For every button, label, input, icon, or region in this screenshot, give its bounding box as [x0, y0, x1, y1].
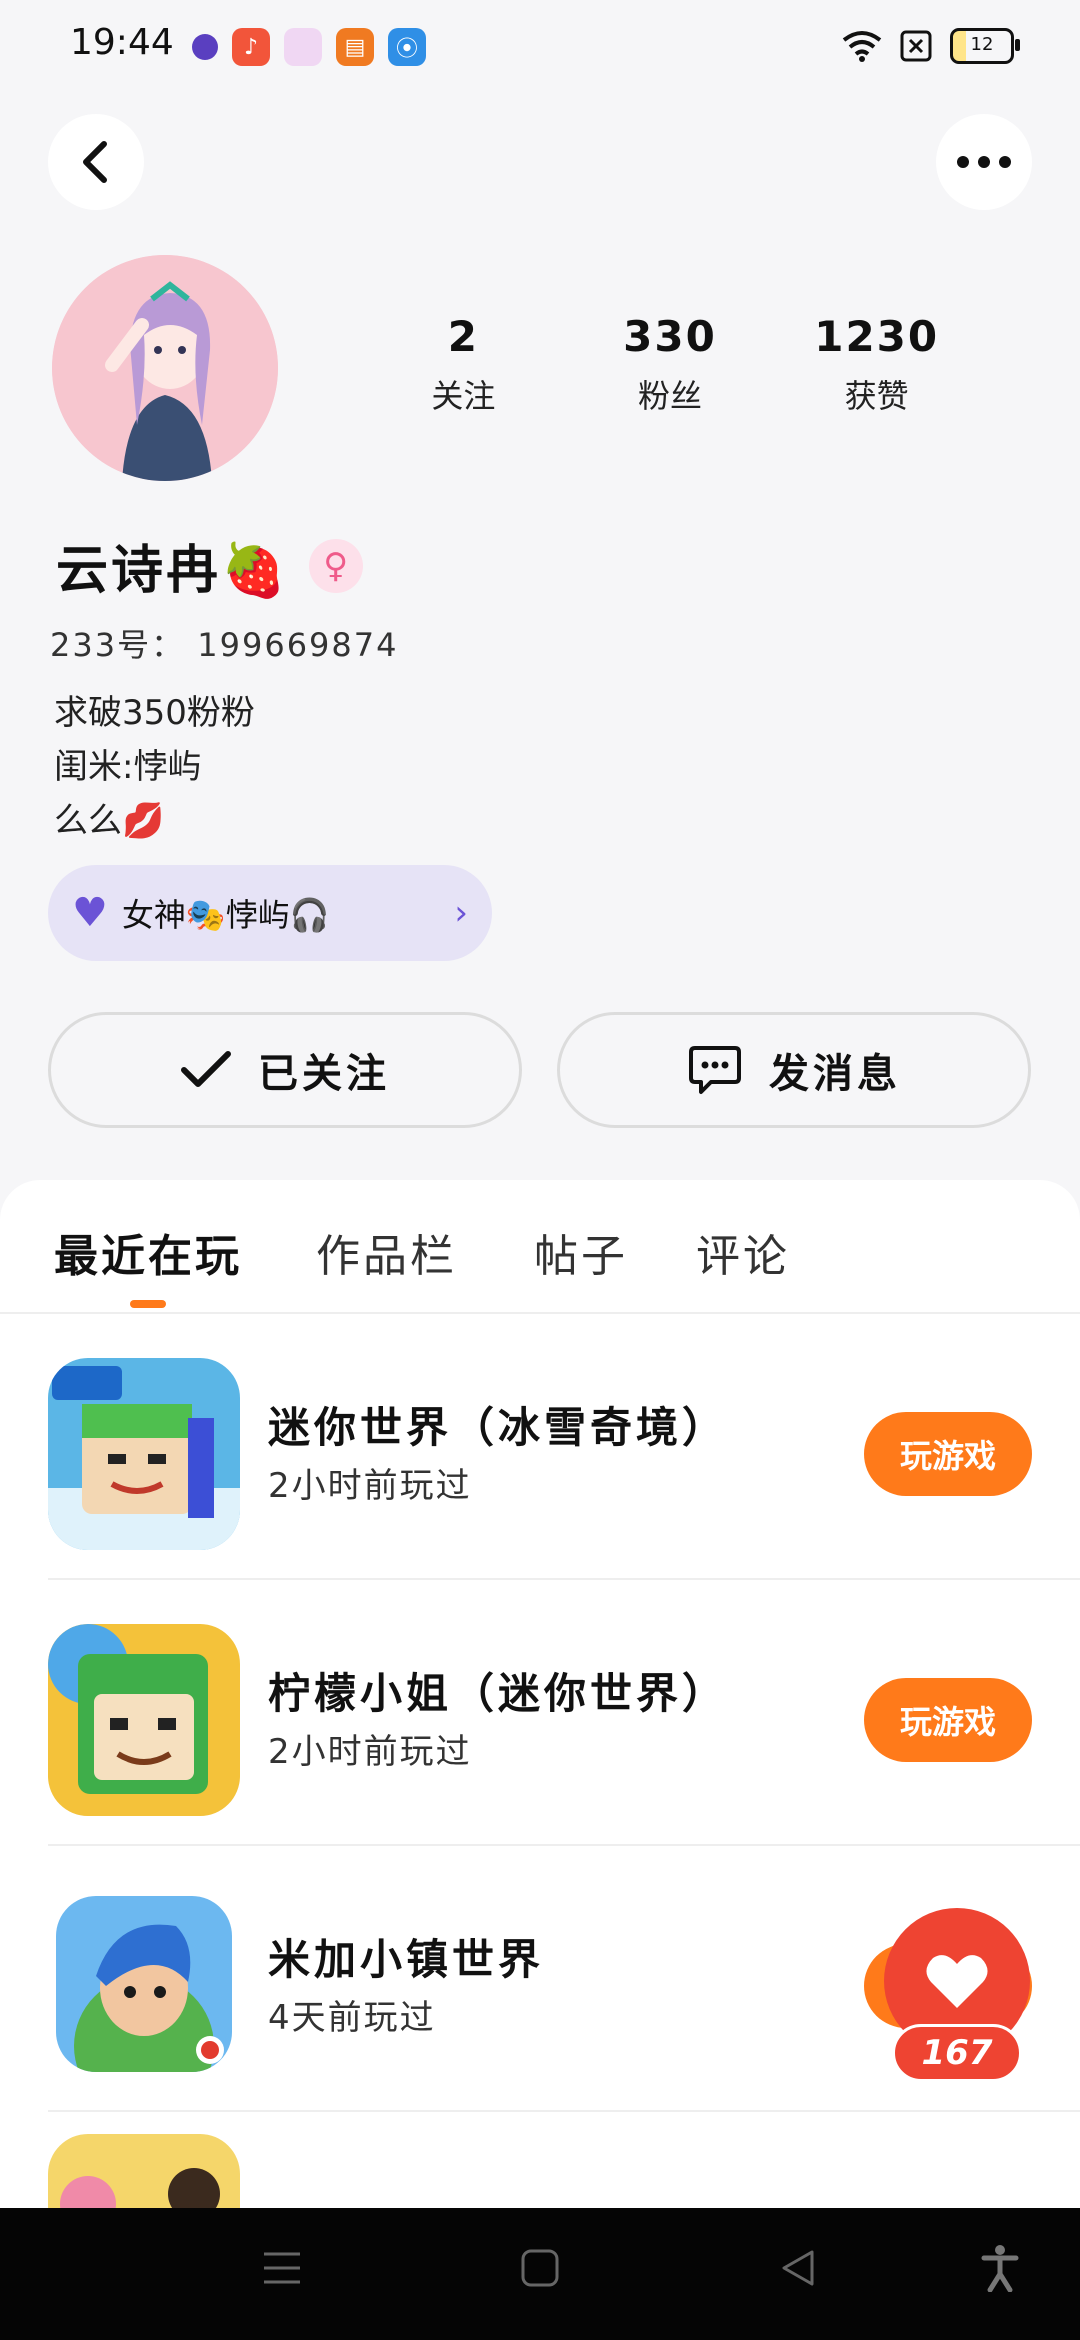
followed-button[interactable]: 已关注 — [48, 1012, 522, 1128]
game-icon — [48, 1358, 240, 1550]
check-icon — [181, 1051, 231, 1087]
status-right: 12 — [842, 28, 1020, 64]
bio: 求破350粉粉 闺米:悖屿 么么💋 — [54, 686, 255, 848]
tab-indicator — [130, 1300, 166, 1308]
tab-posts[interactable]: 帖子 — [534, 1220, 628, 1284]
tab-comments[interactable]: 评论 — [696, 1220, 790, 1284]
play-game-button[interactable]: 玩游戏 — [864, 1678, 1032, 1762]
app-icon-purple — [192, 34, 218, 60]
followed-label: 已关注 — [258, 1051, 390, 1097]
book-app-icon: ▤ — [336, 28, 374, 66]
status-time: 19:44 — [70, 22, 174, 63]
username-row: 云诗冉🍓 ♀ — [56, 528, 363, 603]
music-app-icon: ♪ — [232, 28, 270, 66]
send-message-button[interactable]: 发消息 — [557, 1012, 1031, 1128]
stat-likes[interactable]: 1230 获赞 — [773, 312, 980, 417]
bio-line: 闺米:悖屿 — [54, 747, 202, 787]
menu-icon[interactable] — [262, 2248, 302, 2288]
back-button[interactable] — [48, 114, 144, 210]
user-id: 233号： 199669874 — [50, 626, 399, 664]
game-last-played: 2小时前玩过 — [268, 1732, 472, 1772]
bio-line: 么么💋 — [54, 801, 165, 841]
game-icon — [48, 2134, 240, 2210]
radio-app-icon: ⦿ — [388, 28, 426, 66]
game-last-played: 4天前玩过 — [268, 1998, 436, 2038]
game-list-item[interactable]: 迷你世界（冰雪奇境） 2小时前玩过 玩游戏 — [48, 1312, 1080, 1580]
heart-icon — [926, 1955, 988, 2008]
female-gender-icon: ♀ — [308, 538, 363, 593]
stat-label: 关注 — [431, 377, 496, 415]
message-icon — [689, 1046, 741, 1094]
relationship-tag-text: 女神🎭悖屿🎧 — [121, 896, 330, 934]
more-button[interactable] — [936, 114, 1032, 210]
status-bar: 19:44 ♪ ▤ ⦿ 12 — [0, 0, 1080, 96]
status-app-icons: ♪ ▤ ⦿ — [192, 28, 426, 66]
game-title: 米加小镇世界 — [268, 1935, 545, 1984]
close-box-icon — [900, 30, 932, 62]
stat-label: 粉丝 — [638, 377, 703, 415]
more-icon — [957, 156, 1011, 168]
game-list-item[interactable] — [48, 2110, 1080, 2210]
stat-followers[interactable]: 330 粉丝 — [567, 312, 774, 417]
stat-label: 获赞 — [844, 377, 909, 415]
profile-stats: 2 关注 330 粉丝 1230 获赞 — [360, 312, 980, 417]
game-last-played: 2小时前玩过 — [268, 1466, 472, 1506]
tab-recently-played[interactable]: 最近在玩 — [54, 1220, 242, 1284]
system-nav-bar — [0, 2208, 1080, 2340]
game-icon — [48, 1624, 240, 1816]
game-title: 柠檬小姐（迷你世界） — [268, 1669, 729, 1718]
accessibility-icon[interactable] — [980, 2244, 1020, 2292]
home-icon[interactable] — [520, 2248, 560, 2288]
game-title: 迷你世界（冰雪奇境） — [268, 1403, 729, 1452]
like-count: 167 — [892, 2024, 1022, 2082]
back-nav-icon[interactable] — [778, 2248, 818, 2288]
stat-number: 1230 — [814, 312, 940, 361]
stat-number: 330 — [623, 312, 717, 361]
tab-bar: 最近在玩 作品栏 帖子 评论 — [0, 1180, 1080, 1314]
game-list-item[interactable]: 柠檬小姐（迷你世界） 2小时前玩过 玩游戏 — [48, 1578, 1080, 1846]
relationship-tag[interactable]: ♥ 女神🎭悖屿🎧 › — [48, 865, 492, 961]
back-icon — [83, 141, 107, 183]
send-message-label: 发消息 — [769, 1051, 901, 1097]
username: 云诗冉🍓 — [56, 541, 289, 601]
wifi-icon — [842, 31, 882, 62]
avatar-illustration — [52, 255, 278, 481]
stat-following[interactable]: 2 关注 — [360, 312, 567, 417]
pink-app-icon — [284, 28, 322, 66]
chevron-right-icon: › — [454, 893, 468, 933]
game-icon — [56, 1896, 232, 2072]
avatar[interactable] — [52, 255, 278, 481]
battery-icon: 12 — [950, 28, 1020, 64]
bio-line: 求破350粉粉 — [54, 693, 255, 733]
stat-number: 2 — [447, 312, 479, 361]
tab-works[interactable]: 作品栏 — [316, 1220, 457, 1284]
like-float-button[interactable]: 167 — [884, 1908, 1030, 2098]
heart-icon: ♥ — [72, 890, 108, 936]
play-game-button[interactable]: 玩游戏 — [864, 1412, 1032, 1496]
